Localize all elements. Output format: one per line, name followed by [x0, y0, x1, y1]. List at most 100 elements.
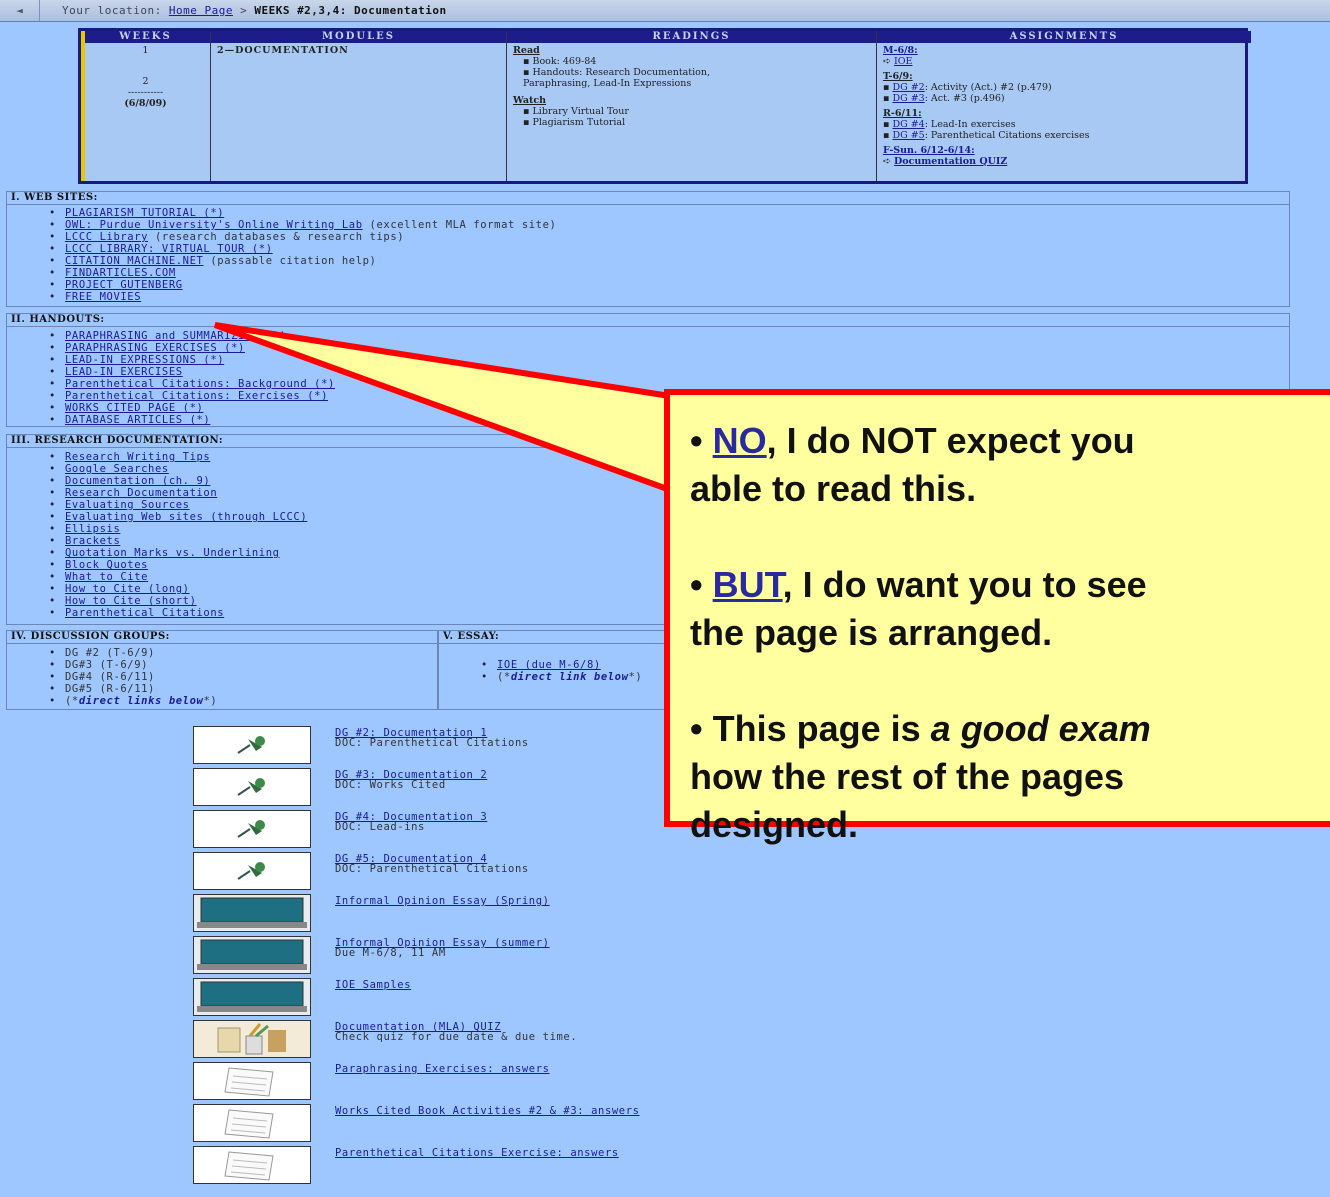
web-link[interactable]: LCCC Library: [65, 231, 148, 243]
web-link[interactable]: LCCC LIBRARY: VIRTUAL TOUR (*): [65, 243, 273, 255]
dg5-link[interactable]: DG #5: [892, 130, 924, 141]
direct-links-link[interactable]: direct links below: [79, 695, 204, 707]
breadcrumb-current: WEEKS #2,3,4: Documentation: [254, 4, 447, 17]
research-link[interactable]: Ellipsis: [65, 523, 120, 535]
pushpin-icon[interactable]: [193, 810, 311, 848]
research-link[interactable]: Documentation (ch. 9): [65, 475, 210, 487]
research-link[interactable]: Research Writing Tips: [65, 451, 210, 463]
notepaper-icon[interactable]: [193, 1146, 311, 1184]
list-item: Informal Opinion Essay (Spring): [193, 894, 550, 932]
list-item: LEAD-IN EXPRESSIONS (*): [49, 354, 1289, 366]
assignments-column: ASSIGNMENTS M-6/8: ➪ IOE T-6/9: ▪ DG #2:…: [877, 31, 1251, 181]
discussion-section: IV. DISCUSSION GROUPS: DG #2 (T-6/9) DG#…: [6, 630, 438, 710]
icon-link[interactable]: Works Cited Book Activities #2 & #3: ans…: [335, 1105, 640, 1117]
section-title: I. WEB SITES:: [7, 192, 1289, 205]
research-link[interactable]: Evaluating Web sites (through LCCC): [65, 511, 307, 523]
pushpin-icon[interactable]: [193, 852, 311, 890]
list-item: FREE MOVIES: [49, 291, 1289, 303]
research-link[interactable]: Evaluating Sources: [65, 499, 190, 511]
pushpin-icon[interactable]: [193, 768, 311, 806]
handout-link[interactable]: PARAPHRASING EXERCISES (*): [65, 342, 245, 354]
notepaper-icon[interactable]: [193, 1104, 311, 1142]
icon-link-sub: Due M-6/8, 11 AM: [335, 947, 446, 959]
readings-header: READINGS: [507, 31, 876, 43]
research-link[interactable]: Google Searches: [65, 463, 169, 475]
icon-link-sub: DOC: Lead-ins: [335, 821, 425, 833]
handout-link[interactable]: PARAPHRASING and SUMMARIZING (*): [65, 330, 287, 342]
research-link[interactable]: How to Cite (long): [65, 583, 190, 595]
icon-link[interactable]: IOE Samples: [335, 979, 411, 991]
list-item: LCCC LIBRARY: VIRTUAL TOUR (*): [49, 243, 1289, 255]
dg4-link[interactable]: DG #4: [892, 119, 924, 130]
icon-link-sub: DOC: Parenthetical Citations: [335, 737, 529, 749]
modules-column: MODULES 2—DOCUMENTATION: [211, 31, 507, 181]
list-item: DG #4: Documentation 3 DOC: Lead-ins: [193, 810, 487, 848]
highlight-bar: [81, 31, 85, 181]
research-link[interactable]: How to Cite (short): [65, 595, 197, 607]
dg2-link[interactable]: DG #2: [892, 82, 924, 93]
handout-link[interactable]: Parenthetical Citations: Background (*): [65, 378, 335, 390]
laptop-icon[interactable]: [193, 978, 311, 1016]
list-item: Paraphrasing Exercises: answers: [193, 1062, 550, 1100]
quiz-link[interactable]: Documentation QUIZ: [894, 156, 1007, 167]
web-link[interactable]: PROJECT GUTENBERG: [65, 279, 183, 291]
breadcrumb-home-link[interactable]: Home Page: [169, 4, 233, 17]
assignments-header: ASSIGNMENTS: [877, 31, 1251, 43]
module-name: 2—DOCUMENTATION: [217, 45, 349, 56]
icon-link[interactable]: Informal Opinion Essay (Spring): [335, 895, 550, 907]
read-item: ▪ Handouts: Research Documentation, Para…: [523, 67, 711, 89]
icon-link-sub: Check quiz for due date & due time.: [335, 1031, 578, 1043]
assign-thursday: R-6/11:: [883, 108, 922, 119]
web-link[interactable]: OWL: Purdue University's Online Writing …: [65, 219, 363, 231]
assign-item: ▪ DG #3: Act. #3 (p.496): [883, 93, 1005, 104]
research-link[interactable]: Parenthetical Citations: [65, 607, 224, 619]
icon-link[interactable]: Paraphrasing Exercises: answers: [335, 1063, 550, 1075]
research-link[interactable]: Brackets: [65, 535, 120, 547]
web-link[interactable]: CITATION MACHINE.NET: [65, 255, 203, 267]
list-item: Documentation (MLA) QUIZ Check quiz for d…: [193, 1020, 577, 1058]
dg3-link[interactable]: DG #3: [892, 93, 924, 104]
week-number: 1: [142, 45, 149, 56]
ioe-link[interactable]: IOE: [894, 56, 912, 67]
list-item: DG#4 (R-6/11): [49, 671, 437, 683]
list-item: FINDARTICLES.COM: [49, 267, 1289, 279]
laptop-icon[interactable]: [193, 894, 311, 932]
callout-line-1: • NO, I do NOT expect you able to read th…: [690, 420, 1135, 509]
research-link[interactable]: Block Quotes: [65, 559, 148, 571]
web-link[interactable]: FINDARTICLES.COM: [65, 267, 176, 279]
back-arrow-icon[interactable]: ◄: [0, 0, 40, 21]
assign-item: ▪ DG #4: Lead-In exercises: [883, 119, 1016, 130]
pushpin-icon[interactable]: [193, 726, 311, 764]
list-item: Parenthetical Citations Exercise: answer…: [193, 1146, 619, 1184]
list-item: PARAPHRASING EXERCISES (*): [49, 342, 1289, 354]
web-link[interactable]: PLAGIARISM TUTORIAL (*): [65, 207, 224, 219]
icon-link-sub: DOC: Parenthetical Citations: [335, 863, 529, 875]
assign-item: ▪ DG #5: Parenthetical Citations exercis…: [883, 130, 1090, 141]
research-link[interactable]: Research Documentation: [65, 487, 217, 499]
list-item: PLAGIARISM TUTORIAL (*): [49, 207, 1289, 219]
list-item: Informal Opinion Essay (summer) Due M-6/8…: [193, 936, 550, 974]
research-link[interactable]: Quotation Marks vs. Underlining: [65, 547, 280, 559]
handout-link[interactable]: WORKS CITED PAGE (*): [65, 402, 203, 414]
weeks-column: WEEKS 1 2 ----------- (6/8/09): [81, 31, 211, 181]
annotation-callout: • NO, I do NOT expect you able to read th…: [664, 389, 1330, 845]
handout-link[interactable]: LEAD-IN EXERCISES: [65, 366, 183, 378]
callout-seam: [670, 396, 680, 488]
callout-line-2: • BUT, I do want you to see the page is a…: [690, 564, 1147, 653]
research-link[interactable]: What to Cite: [65, 571, 148, 583]
handout-link[interactable]: DATABASE ARTICLES (*): [65, 414, 210, 426]
list-item: DG #3: Documentation 2 DOC: Works Cited: [193, 768, 487, 806]
list-item: DG#3 (T-6/9): [49, 659, 437, 671]
breadcrumb-prefix: Your location:: [62, 4, 162, 17]
ioe-due-link[interactable]: IOE (due M-6/8): [497, 659, 601, 671]
handout-link[interactable]: LEAD-IN EXPRESSIONS (*): [65, 354, 224, 366]
week-divider: -----------: [127, 87, 164, 98]
direct-link-link[interactable]: direct link below: [511, 671, 629, 683]
laptop-icon[interactable]: [193, 936, 311, 974]
pencils-cup-icon[interactable]: [193, 1020, 311, 1058]
icon-link[interactable]: Parenthetical Citations Exercise: answer…: [335, 1147, 619, 1159]
watch-item: ▪ Plagiarism Tutorial: [523, 117, 626, 128]
notepaper-icon[interactable]: [193, 1062, 311, 1100]
handout-link[interactable]: Parenthetical Citations: Exercises (*): [65, 390, 328, 402]
web-link[interactable]: FREE MOVIES: [65, 291, 141, 303]
